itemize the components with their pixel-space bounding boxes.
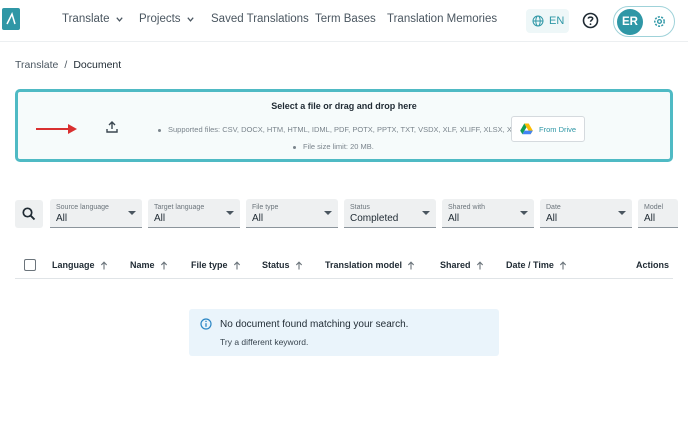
filter-label: Date [546,204,561,211]
column-status[interactable]: Status [262,260,303,270]
sort-arrow-icon [559,260,566,269]
upload-icon[interactable] [105,120,119,134]
supported-files-label: Supported files: CSV, DOCX, HTM, HTML, I… [168,125,523,134]
empty-state-subtitle: Try a different keyword. [220,337,309,347]
table-header: Language Name File type Status Translati… [15,251,673,279]
filter-file-type[interactable]: File type All [246,199,338,228]
nav-saved-translations[interactable]: Saved Translations [211,13,309,25]
search-button[interactable] [15,200,43,228]
google-drive-icon [520,123,533,135]
caret-down-icon [520,211,528,215]
breadcrumb-separator: / [64,59,68,71]
breadcrumb-current: Document [73,59,122,71]
nav-translation-memories[interactable]: Translation Memories [387,13,497,25]
column-language[interactable]: Language [52,260,108,270]
column-file-type[interactable]: File type [191,260,241,270]
filter-status[interactable]: Status Completed [344,199,436,228]
column-actions-label: Actions [636,260,670,270]
filter-value: All [252,213,264,224]
column-translation-model-label: Translation model [325,260,403,270]
filter-label: Model [644,204,664,211]
column-translation-model[interactable]: Translation model [325,260,415,270]
filter-label: Shared with [448,204,485,211]
column-language-label: Language [52,260,95,270]
column-status-label: Status [262,260,290,270]
filter-target-language[interactable]: Target language All [148,199,240,228]
nav-translate-label: Translate [62,13,110,25]
sort-arrow-icon [476,260,483,269]
caret-down-icon [128,211,136,215]
column-shared[interactable]: Shared [440,260,484,270]
sort-arrow-icon [233,260,240,269]
filter-label: Status [350,204,370,211]
help-icon[interactable] [582,12,599,29]
nav-saved-translations-label: Saved Translations [211,13,309,25]
bullet-icon [293,145,296,149]
chevron-down-icon [115,16,123,22]
column-name-label: Name [130,260,155,270]
nav-term-bases-label: Term Bases [315,13,376,25]
breadcrumb-parent[interactable]: Translate [15,59,58,71]
filter-model[interactable]: Model All [638,199,678,228]
language-selector[interactable]: EN [526,9,569,33]
avatar[interactable]: ER [617,9,643,35]
sort-arrow-icon [100,260,107,269]
sort-arrow-icon [295,260,302,269]
gear-icon[interactable] [652,14,667,29]
sort-arrow-icon [160,260,167,269]
supported-files-text: Supported files: CSV, DOCX, HTM, HTML, I… [158,125,522,134]
filter-label: Target language [154,204,205,211]
filter-value: All [448,213,460,224]
column-shared-label: Shared [440,260,471,270]
language-label: EN [549,15,565,27]
caret-down-icon [226,211,234,215]
filter-label: File type [252,204,279,211]
filter-value: All [644,213,656,224]
globe-icon [532,15,544,27]
empty-state-title: No document found matching your search. [220,319,409,330]
nav-term-bases[interactable]: Term Bases [315,13,376,25]
file-drop-zone[interactable]: Select a file or drag and drop here Supp… [15,89,673,162]
column-actions: Actions [636,260,669,270]
empty-state-notice: No document found matching your search. … [189,309,499,356]
breadcrumb: Translate / Document [15,59,121,71]
nav-projects[interactable]: Projects [139,13,195,25]
top-header: Translate Projects Saved Translations Te… [0,0,688,42]
filter-value: All [546,213,558,224]
filter-source-language[interactable]: Source language All [50,199,142,228]
file-size-limit-text: File size limit: 20 MB. [293,142,374,151]
info-icon [200,318,212,330]
avatar-initials: ER [622,16,638,28]
filter-value: All [56,213,68,224]
arrow-right-icon [36,124,77,134]
select-all-checkbox[interactable] [24,259,36,271]
bullet-icon [158,128,161,132]
nav-translation-memories-label: Translation Memories [387,13,498,25]
caret-down-icon [324,211,332,215]
nav-projects-label: Projects [139,13,181,25]
from-drive-label: From Drive [539,124,577,134]
column-file-type-label: File type [191,260,228,270]
upload-title: Select a file or drag and drop here [271,101,417,111]
filter-value: All [154,213,166,224]
sort-arrow-icon [407,260,415,269]
account-menu[interactable]: ER [613,6,675,37]
chevron-down-icon [186,16,194,22]
from-drive-button[interactable]: From Drive [511,116,585,142]
filter-shared-with[interactable]: Shared with All [442,199,534,228]
filter-date[interactable]: Date All [540,199,632,228]
search-icon [22,207,36,221]
column-date-time-label: Date / Time [506,260,554,270]
column-name[interactable]: Name [130,260,168,270]
caret-down-icon [422,211,430,215]
filter-value: Completed [350,213,399,224]
file-size-limit-label: File size limit: 20 MB. [303,142,374,151]
filter-label: Source language [56,204,109,211]
app-logo[interactable] [2,8,20,30]
caret-down-icon [618,211,626,215]
nav-translate[interactable]: Translate [62,13,124,25]
column-date-time[interactable]: Date / Time [506,260,567,270]
